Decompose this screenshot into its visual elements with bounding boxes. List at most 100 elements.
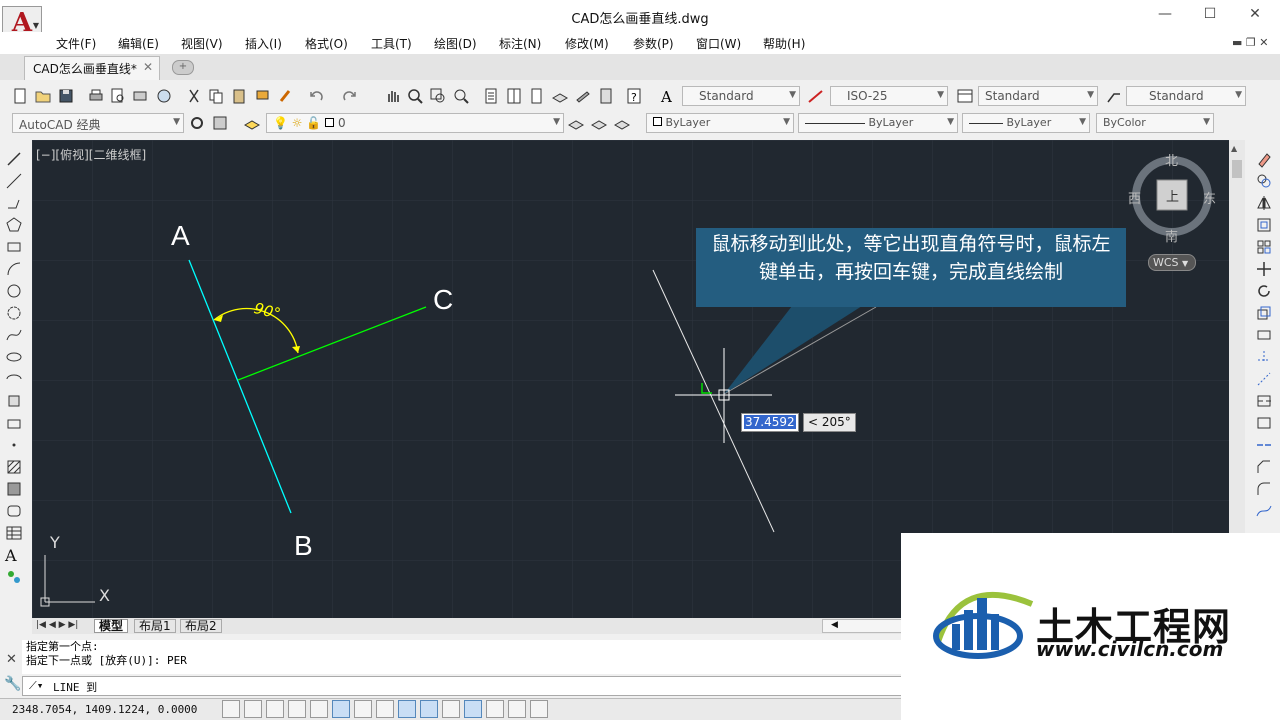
ellipse-arc-icon[interactable] bbox=[5, 370, 23, 388]
blend-curves-icon[interactable] bbox=[1255, 502, 1273, 520]
snap-mode-toggle[interactable] bbox=[244, 700, 262, 718]
menu-insert[interactable]: 插入(I) bbox=[245, 35, 282, 52]
command-line-input[interactable]: ⟋▾ LINE 到 bbox=[22, 676, 902, 696]
polar-tracking-toggle[interactable] bbox=[310, 700, 328, 718]
workspace-toggle-icon[interactable] bbox=[210, 113, 230, 133]
scroll-thumb[interactable] bbox=[1232, 160, 1242, 178]
polyline-icon[interactable] bbox=[5, 194, 23, 212]
menu-help[interactable]: 帮助(H) bbox=[763, 35, 805, 52]
transparency-toggle[interactable] bbox=[464, 700, 482, 718]
layer-select[interactable]: 💡 ☼ 🔓 0 ▼ bbox=[266, 113, 564, 133]
maximize-button[interactable]: ☐ bbox=[1195, 6, 1225, 22]
workspace-select[interactable]: AutoCAD 经典 ▼ bbox=[12, 113, 184, 133]
fillet-icon[interactable] bbox=[1255, 480, 1273, 498]
stretch-icon[interactable] bbox=[1255, 326, 1273, 344]
publish-icon[interactable] bbox=[130, 86, 150, 106]
brush-icon[interactable] bbox=[276, 86, 296, 106]
offset-icon[interactable] bbox=[1255, 216, 1273, 234]
lineweight-toggle[interactable] bbox=[442, 700, 460, 718]
menu-view[interactable]: 视图(V) bbox=[181, 35, 223, 52]
new-file-icon[interactable] bbox=[10, 86, 30, 106]
help-icon[interactable]: ? bbox=[624, 86, 644, 106]
tab-layout1[interactable]: 布局1 bbox=[134, 619, 176, 633]
region-icon[interactable] bbox=[5, 502, 23, 520]
minimize-button[interactable]: — bbox=[1150, 6, 1180, 22]
multileader-style-icon[interactable] bbox=[1104, 86, 1124, 106]
menu-parametric[interactable]: 参数(P) bbox=[633, 35, 674, 52]
menu-file[interactable]: 文件(F) bbox=[56, 35, 96, 52]
copy-object-icon[interactable] bbox=[1255, 172, 1273, 190]
viewcube-south[interactable]: 南 bbox=[1165, 226, 1178, 245]
cut-icon[interactable] bbox=[184, 86, 204, 106]
array-icon[interactable] bbox=[1255, 238, 1273, 256]
grid-display-toggle[interactable] bbox=[266, 700, 284, 718]
menu-format[interactable]: 格式(O) bbox=[305, 35, 348, 52]
line-tool-icon[interactable] bbox=[5, 150, 23, 168]
menu-draw[interactable]: 绘图(D) bbox=[434, 35, 477, 52]
undo-icon[interactable] bbox=[306, 86, 326, 106]
match-properties-icon[interactable] bbox=[253, 86, 273, 106]
make-block-icon[interactable] bbox=[5, 414, 23, 432]
new-tab-button[interactable]: + bbox=[172, 60, 194, 75]
save-icon[interactable] bbox=[56, 86, 76, 106]
file-tab[interactable]: CAD怎么画垂直线* ✕ bbox=[24, 56, 160, 80]
break-icon[interactable] bbox=[1255, 414, 1273, 432]
rectangle-icon[interactable] bbox=[5, 238, 23, 256]
customize-wrench-icon[interactable]: 🔧 bbox=[4, 676, 21, 692]
redo-icon[interactable] bbox=[340, 86, 360, 106]
menu-window[interactable]: 窗口(W) bbox=[696, 35, 741, 52]
dynamic-length-input[interactable]: 37.4592 bbox=[741, 413, 799, 432]
ortho-mode-toggle[interactable] bbox=[288, 700, 306, 718]
globe-icon[interactable] bbox=[154, 86, 174, 106]
extend-icon[interactable] bbox=[1255, 370, 1273, 388]
dim-style-icon[interactable] bbox=[806, 86, 826, 106]
pan-hand-icon[interactable] bbox=[383, 86, 403, 106]
horizontal-scroll-left-icon[interactable]: ◀ bbox=[822, 619, 902, 633]
circle-icon[interactable] bbox=[5, 282, 23, 300]
markup-icon[interactable] bbox=[573, 86, 593, 106]
text-style-icon[interactable]: A bbox=[658, 86, 678, 106]
ellipse-icon[interactable] bbox=[5, 348, 23, 366]
dynamic-input-toggle[interactable] bbox=[420, 700, 438, 718]
rotate-icon[interactable] bbox=[1255, 282, 1273, 300]
viewcube-west[interactable]: 西 bbox=[1128, 188, 1141, 207]
table-icon[interactable] bbox=[5, 524, 23, 542]
copy-icon[interactable] bbox=[206, 86, 226, 106]
tool-palettes-icon[interactable] bbox=[527, 86, 547, 106]
multileader-style-select[interactable]: Standard ▼ bbox=[1126, 86, 1246, 106]
wcs-menu[interactable]: WCS ▼ bbox=[1148, 254, 1196, 271]
revcloud-icon[interactable] bbox=[5, 304, 23, 322]
point-icon[interactable] bbox=[5, 436, 23, 454]
linetype-select[interactable]: ByLayer ▼ bbox=[798, 113, 958, 133]
chamfer-icon[interactable] bbox=[1255, 458, 1273, 476]
tab-model[interactable]: 模型 bbox=[94, 619, 129, 633]
3d-object-snap-toggle[interactable] bbox=[354, 700, 372, 718]
polygon-icon[interactable] bbox=[5, 216, 23, 234]
tab-layout2[interactable]: 布局2 bbox=[180, 619, 222, 633]
coordinate-readout[interactable]: 2348.7054, 1409.1224, 0.0000 bbox=[12, 703, 197, 716]
workspace-settings-icon[interactable] bbox=[187, 113, 207, 133]
scroll-up-icon[interactable]: ▲ bbox=[1231, 144, 1237, 153]
close-command-icon[interactable]: ✕ bbox=[6, 652, 17, 667]
print-icon[interactable] bbox=[86, 86, 106, 106]
break-at-point-icon[interactable] bbox=[1255, 392, 1273, 410]
close-button[interactable]: ✕ bbox=[1240, 6, 1270, 22]
make-current-layer-icon[interactable] bbox=[566, 113, 586, 133]
viewcube-north[interactable]: 北 bbox=[1165, 150, 1178, 169]
object-snap-tracking-toggle[interactable] bbox=[376, 700, 394, 718]
zoom-previous-icon[interactable] bbox=[451, 86, 471, 106]
arc-icon[interactable] bbox=[5, 260, 23, 278]
text-style-select[interactable]: Standard ▼ bbox=[682, 86, 800, 106]
object-snap-toggle[interactable] bbox=[332, 700, 350, 718]
plotstyle-select[interactable]: ByColor ▼ bbox=[1096, 113, 1214, 133]
join-icon[interactable] bbox=[1255, 436, 1273, 454]
selection-cycling-toggle[interactable] bbox=[508, 700, 526, 718]
lineweight-select[interactable]: ByLayer ▼ bbox=[962, 113, 1090, 133]
construction-line-icon[interactable] bbox=[5, 172, 23, 190]
doc-window-controls[interactable]: ▬ ❐ ✕ bbox=[1232, 36, 1268, 49]
trim-icon[interactable] bbox=[1255, 348, 1273, 366]
annotation-monitor-toggle[interactable] bbox=[530, 700, 548, 718]
table-style-select[interactable]: Standard ▼ bbox=[978, 86, 1098, 106]
insert-block-icon[interactable] bbox=[5, 392, 23, 410]
close-tab-icon[interactable]: ✕ bbox=[143, 60, 153, 74]
